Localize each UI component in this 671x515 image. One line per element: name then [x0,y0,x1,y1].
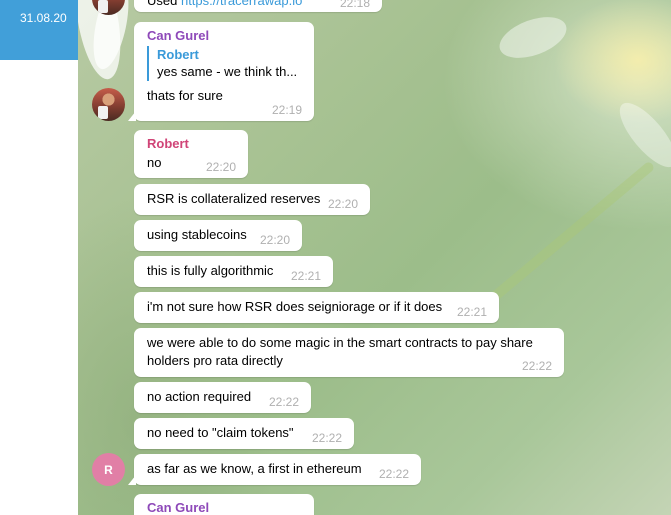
wallpaper-stem [480,160,656,310]
message-time: 22:22 [521,359,552,373]
sender-name[interactable]: Robert [147,136,235,151]
message-time: 22:22 [378,467,409,481]
message-link[interactable]: https://tracerrawap.io [181,0,302,8]
message-text: as far as we know, a first in ethereum [147,461,362,476]
message-bubble[interactable]: no need to "claim tokens" 22:22 [134,418,354,449]
reply-preview[interactable]: Robert yes same - we think th... [147,46,301,81]
message-time: 22:22 [311,431,342,445]
message-bubble[interactable]: as far as we know, a first in ethereum 2… [128,454,421,485]
message-time: 22:20 [205,160,236,174]
message-time: 22:18 [339,0,370,10]
message-bubble[interactable]: this is fully algorithmic 22:21 [134,256,333,287]
message-time: 22:22 [268,395,299,409]
message-bubble[interactable]: Used https://tracerrawap.io 22:18 [134,0,382,12]
message-bubble[interactable]: no action required 22:22 [134,382,311,413]
message-time: 22:21 [290,269,321,283]
message-time: 22:21 [456,305,487,319]
wallpaper-petal [494,9,572,66]
message-time: 22:20 [259,233,290,247]
message-time: 22:20 [327,197,358,211]
message-bubble[interactable]: i'm not sure how RSR does seigniorage or… [134,292,499,323]
message-text: RSR is collateralized reserves [147,191,321,206]
selected-date-item[interactable]: 31.08.20 [0,0,78,60]
message-text: i'm not sure how RSR does seigniorage or… [147,299,443,314]
message-bubble[interactable]: Robert no 22:20 [134,130,248,178]
sender-name[interactable]: Can Gurel [147,28,301,43]
wallpaper-petal [610,94,671,176]
message-bubble[interactable]: Can Gurel [134,494,314,515]
chat-list-sidebar: 31.08.20 [0,0,78,515]
date-label: 31.08.20 [20,11,67,25]
message-time: 22:19 [271,103,302,117]
avatar[interactable] [92,88,125,121]
avatar-initial: R [104,462,113,477]
chat-area[interactable]: Used https://tracerrawap.io 22:18 Can Gu… [78,0,671,515]
message-text-line2: holders pro rata directly [147,353,283,368]
sender-name[interactable]: Can Gurel [147,500,301,515]
message-bubble[interactable]: using stablecoins 22:20 [134,220,302,251]
message-bubble[interactable]: Can Gurel Robert yes same - we think th.… [128,22,314,121]
message-bubble[interactable]: RSR is collateralized reserves 22:20 [134,184,370,215]
message-text-line1: we were able to do some magic in the sma… [147,335,533,350]
avatar[interactable]: R [92,453,125,486]
message-bubble[interactable]: we were able to do some magic in the sma… [134,328,564,377]
